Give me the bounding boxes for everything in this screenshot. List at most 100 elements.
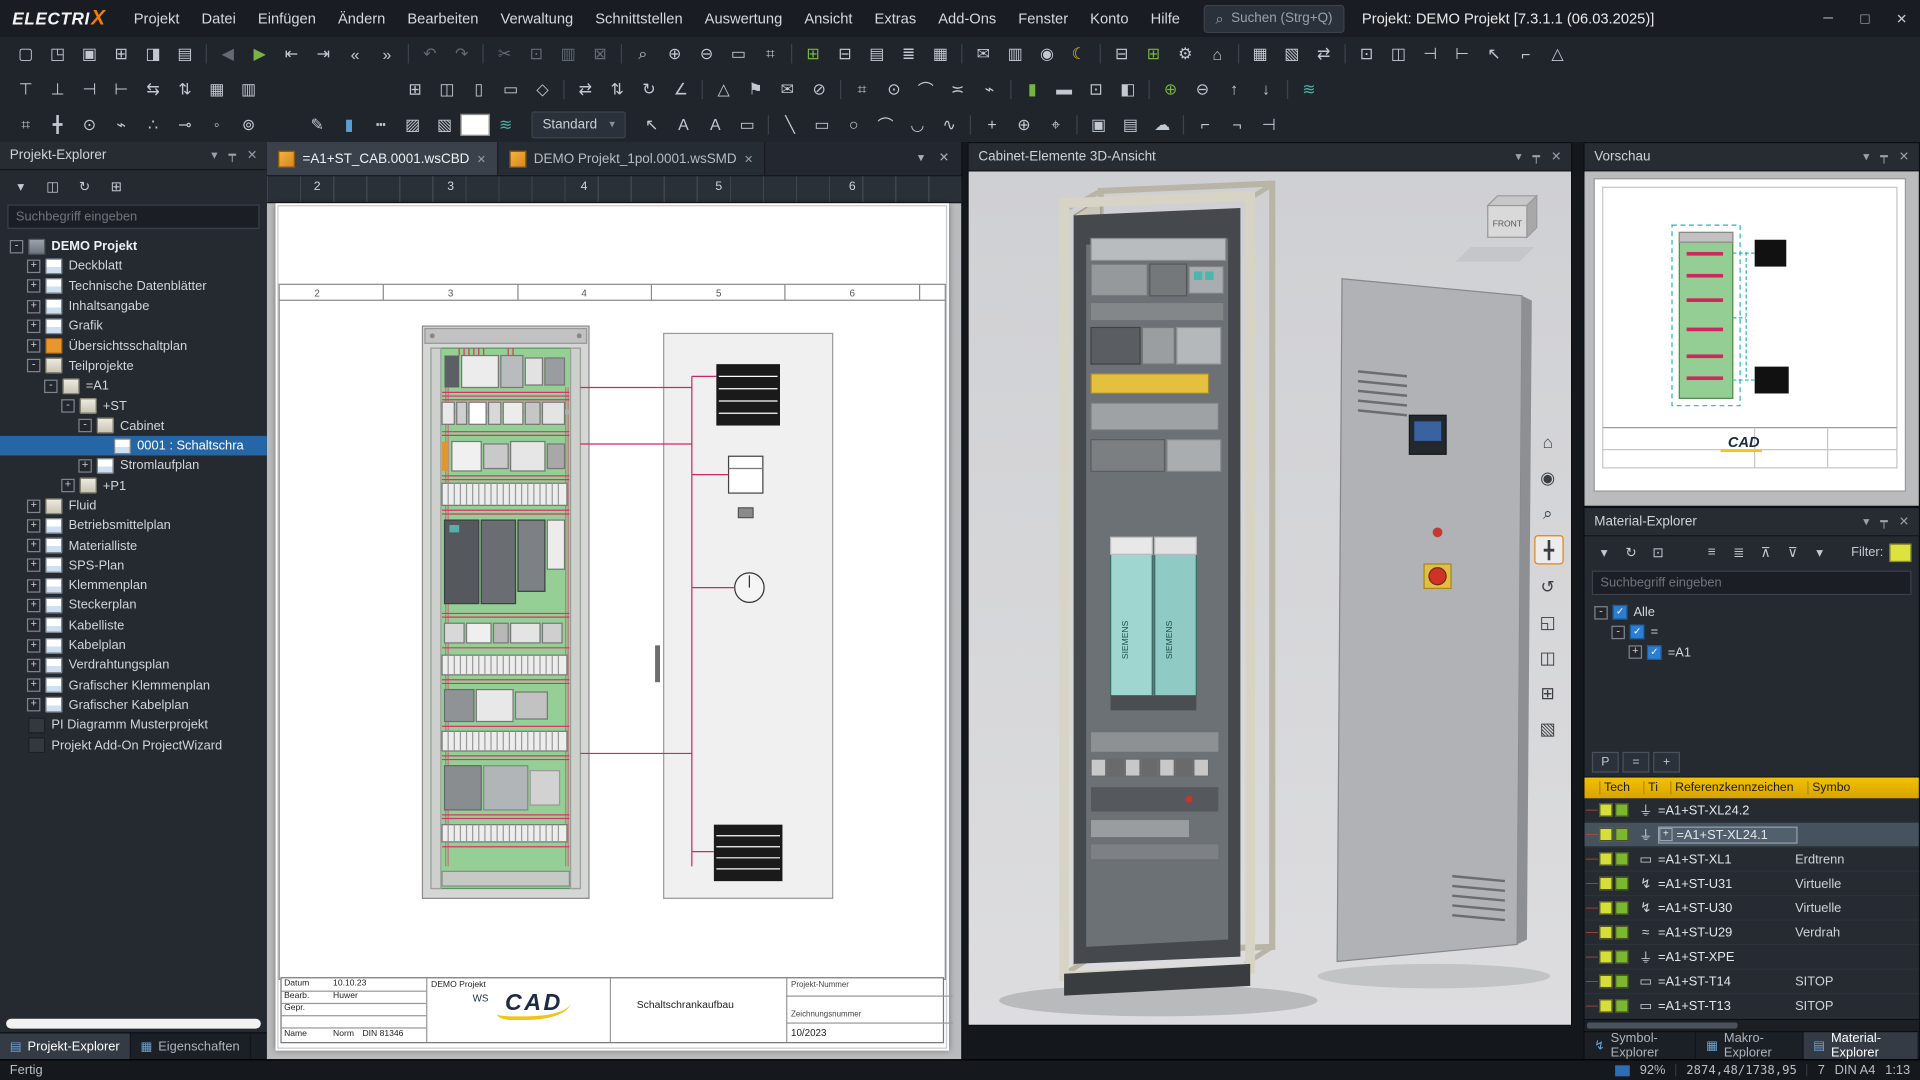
pin-panel-icon[interactable]: [228, 149, 235, 162]
wire-bridge-icon[interactable]: ⌒: [910, 74, 942, 103]
toolbar-icon[interactable]: [408, 44, 409, 64]
tree-item[interactable]: PI Diagramm Musterprojekt: [0, 715, 267, 735]
redline-icon[interactable]: ◉: [1031, 39, 1063, 68]
bracket-close-icon[interactable]: ¬: [1221, 110, 1253, 139]
search-symbol-icon[interactable]: ⌕: [627, 39, 659, 68]
material-tree-item[interactable]: =A1: [1584, 642, 1918, 662]
tree-item[interactable]: Fluid: [0, 496, 267, 516]
drawing-scale[interactable]: 1:13: [1885, 1063, 1910, 1078]
preview-viewport[interactable]: CAD: [1584, 171, 1918, 505]
text-tool-icon[interactable]: A: [668, 110, 700, 139]
cable-duct-icon[interactable]: ▮: [1016, 74, 1048, 103]
toolbar-icon[interactable]: [970, 114, 971, 134]
menu-item[interactable]: Fenster: [1007, 0, 1079, 37]
align-bottom-icon[interactable]: ⊥: [42, 74, 74, 103]
orbit-view-icon[interactable]: ◉: [1534, 464, 1561, 491]
tree-item[interactable]: Teilprojekte: [0, 356, 267, 376]
tree-item[interactable]: Kabelplan: [0, 635, 267, 655]
minimize-button[interactable]: [1810, 0, 1847, 37]
move-up-icon[interactable]: ↑: [1218, 74, 1250, 103]
toolbar-icon[interactable]: [1183, 114, 1184, 134]
pin-panel-icon[interactable]: [1533, 150, 1540, 163]
tree-item[interactable]: Verdrahtungsplan: [0, 655, 267, 675]
rectangle-tool-icon[interactable]: ▭: [806, 110, 838, 139]
parts-row[interactable]: ⏚ =A1+ST-XL24.2: [1584, 798, 1918, 822]
dark-mode-icon[interactable]: ☾: [1063, 39, 1095, 68]
ole-object-icon[interactable]: ▤: [1115, 110, 1147, 139]
macro-manager-icon[interactable]: ▧: [1276, 39, 1308, 68]
settings-icon[interactable]: ⚙: [1169, 39, 1201, 68]
toolbar-icon[interactable]: [1077, 114, 1078, 134]
line-width-icon[interactable]: ▮: [333, 110, 365, 139]
align-left-icon[interactable]: ⊣: [73, 74, 105, 103]
menu-item[interactable]: Projekt: [123, 0, 191, 37]
restore-view-icon[interactable]: ⌐: [1510, 39, 1542, 68]
snap-grid-icon[interactable]: ⌗: [10, 110, 42, 139]
distribute-vertical-icon[interactable]: ⇅: [169, 74, 201, 103]
document-tab[interactable]: =A1+ST_CAB.0001.wsCBD: [267, 142, 498, 175]
rotate-view-icon[interactable]: ↺: [1534, 573, 1561, 600]
add-page-icon[interactable]: ⊞: [797, 39, 829, 68]
parts-row[interactable]: ⏚ =A1+ST-XL24.1: [1584, 823, 1918, 847]
pin-panel-icon[interactable]: [1880, 150, 1887, 163]
bottom-tab[interactable]: ▤ Projekt-Explorer: [0, 1033, 131, 1060]
terminator-icon[interactable]: ⊣: [1253, 110, 1285, 139]
layer-select-icon[interactable]: ≋: [490, 110, 522, 139]
delete-icon[interactable]: ⊠: [584, 39, 616, 68]
crosshair-icon[interactable]: ╋: [42, 110, 74, 139]
tree-expander-icon[interactable]: [1629, 646, 1642, 659]
checkbox-checked-icon[interactable]: [1630, 625, 1645, 640]
open-project-icon[interactable]: ◳: [42, 39, 74, 68]
potential-icon[interactable]: ≍: [942, 74, 974, 103]
tree-item[interactable]: Klemmenplan: [0, 576, 267, 596]
toolbar-icon[interactable]: [1287, 79, 1288, 99]
grid-icon[interactable]: ⌗: [846, 74, 878, 103]
ref-expander-icon[interactable]: [1659, 828, 1672, 841]
tree-expander-icon[interactable]: [10, 240, 23, 253]
insert-point-icon[interactable]: +: [976, 110, 1008, 139]
fill-icon[interactable]: ▧: [429, 110, 461, 139]
close-document-icon[interactable]: [939, 152, 949, 165]
tree-expander-icon[interactable]: [27, 699, 40, 712]
tree-item[interactable]: Stromlaufplan: [0, 456, 267, 476]
tree-item[interactable]: Steckerplan: [0, 596, 267, 616]
page-format[interactable]: DIN A4: [1835, 1063, 1876, 1078]
hatch-icon[interactable]: ▨: [397, 110, 429, 139]
zoom-page-icon[interactable]: ▭: [722, 39, 754, 68]
tree-expander-icon[interactable]: [27, 539, 40, 552]
pin-view-icon[interactable]: △: [1542, 39, 1574, 68]
tree-expander-icon[interactable]: [27, 579, 40, 592]
menu-item[interactable]: Konto: [1079, 0, 1139, 37]
toolbar-icon[interactable]: [1010, 79, 1011, 99]
dock-right-icon[interactable]: ⊢: [1446, 39, 1478, 68]
cube-view-icon[interactable]: ▧: [1534, 715, 1561, 742]
connection-point-icon[interactable]: ⊙: [878, 74, 910, 103]
zoom-level[interactable]: 92%: [1640, 1063, 1666, 1078]
close-button[interactable]: [1883, 0, 1920, 37]
zoom-in-icon[interactable]: ⊕: [659, 39, 691, 68]
cross-reference-icon[interactable]: ▦: [924, 39, 956, 68]
material-tree-item[interactable]: Alle: [1584, 602, 1918, 622]
menu-item[interactable]: Einfügen: [247, 0, 327, 37]
toolbar-icon[interactable]: [840, 79, 841, 99]
excel-export-icon[interactable]: ⊞: [1138, 39, 1170, 68]
toolbar-icon[interactable]: [621, 44, 622, 64]
close-panel-icon[interactable]: [1899, 150, 1909, 163]
point-icon[interactable]: ◦: [201, 110, 233, 139]
dock-left-icon[interactable]: ⊣: [1414, 39, 1446, 68]
more-filters-icon[interactable]: ▾: [1807, 540, 1831, 564]
tree-item[interactable]: =A1: [0, 376, 267, 396]
panel-layout-icon[interactable]: ◧: [1112, 74, 1144, 103]
toolbar-icon[interactable]: [1673, 540, 1697, 564]
toolbar-icon[interactable]: [1149, 79, 1150, 99]
maximize-view-icon[interactable]: ↖: [1478, 39, 1510, 68]
node-icon[interactable]: ⊸: [169, 110, 201, 139]
menu-item[interactable]: Schnittstellen: [584, 0, 693, 37]
global-search[interactable]: Suchen (Strg+Q): [1203, 4, 1345, 32]
horizontal-scrollbar[interactable]: [6, 1019, 261, 1029]
undo-icon[interactable]: ↶: [414, 39, 446, 68]
refresh-icon[interactable]: ↻: [71, 174, 98, 198]
spline-tool-icon[interactable]: ∿: [933, 110, 965, 139]
home-view-icon[interactable]: ⌂: [1201, 39, 1233, 68]
select-tool-icon[interactable]: ↖: [636, 110, 668, 139]
